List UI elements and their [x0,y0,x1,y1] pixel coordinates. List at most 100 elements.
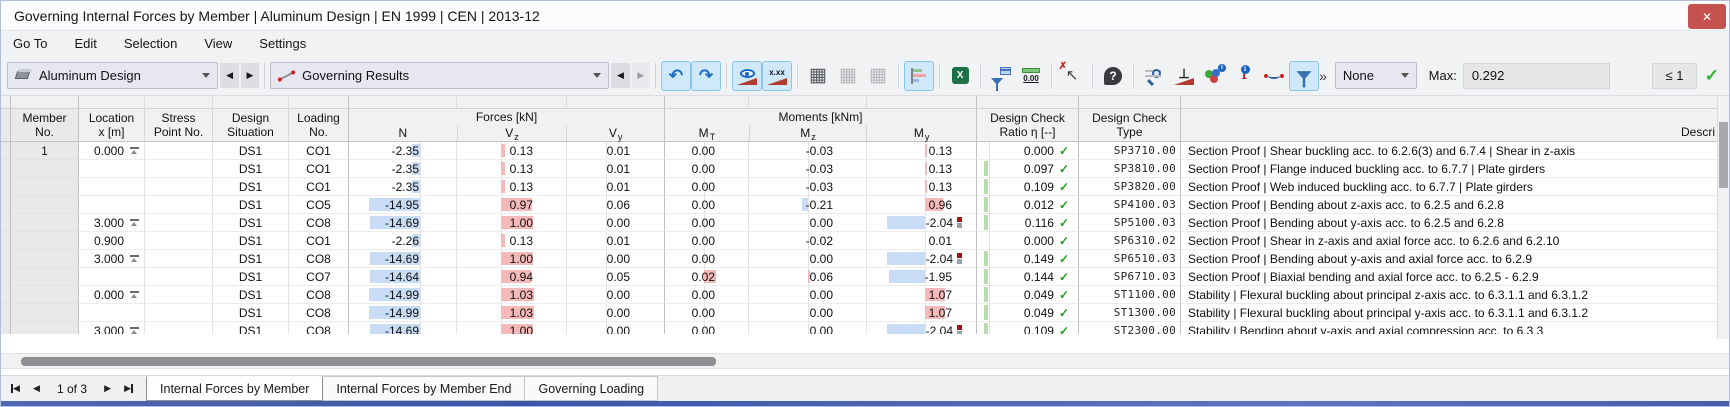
tab-governing-loading[interactable]: Governing Loading [524,376,658,401]
cell-my[interactable]: -1.95 [867,268,977,286]
cell-n[interactable]: -14.95 [349,196,457,214]
cell-stress-point[interactable] [145,196,213,214]
cell-vy[interactable]: 0.01 [567,232,665,250]
cell-loading[interactable]: CO8 [289,304,349,322]
last-table-button[interactable]: ▶ [118,379,139,399]
horizontal-scrollbar-thumb[interactable] [21,357,716,366]
cell-vz[interactable]: 0.97 [457,196,567,214]
cell-description[interactable]: Section Proof | Biaxial bending and axia… [1181,268,1719,286]
result-on-member-button[interactable]: ⊥ [1169,61,1199,91]
deselect-button[interactable]: ✗↖ [1057,61,1087,91]
table-row[interactable]: 3.000DS1CO8-14.691.000.000.000.00-2.040.… [1,214,1719,232]
cell-vz[interactable]: 0.13 [457,142,567,160]
cell-location[interactable]: 0.000 [79,142,145,160]
cell-my[interactable]: -2.04 [867,214,977,232]
next-table-button[interactable]: ▶ [97,379,118,399]
cell-check-type[interactable]: ST2300.00 [1079,322,1181,334]
cell-mz[interactable]: -0.02 [749,232,867,250]
cell-member[interactable] [11,286,79,304]
cell-mt[interactable]: 0.00 [665,232,749,250]
cell-vy[interactable]: 0.00 [567,304,665,322]
cell-loading[interactable]: CO8 [289,322,349,334]
cell-mz[interactable]: -0.03 [749,178,867,196]
cell-design-ratio[interactable]: 0.049✓ [977,304,1079,322]
cell-mz[interactable]: 0.00 [749,250,867,268]
cell-check-type[interactable]: SP5100.03 [1079,214,1181,232]
cell-vz[interactable]: 0.94 [457,268,567,286]
cell-design-ratio[interactable]: 0.000✓ [977,142,1079,160]
menu-view[interactable]: View [204,36,232,51]
cell-member[interactable] [11,322,79,334]
cell-loading[interactable]: CO5 [289,196,349,214]
menu-go-to[interactable]: Go To [13,36,47,51]
vertical-scrollbar[interactable] [1717,96,1729,339]
cell-design-ratio[interactable]: 0.149✓ [977,250,1079,268]
cell-mz[interactable]: 0.00 [749,322,867,334]
cell-check-type[interactable]: SP6510.03 [1079,250,1181,268]
cell-mz[interactable]: 0.06 [749,268,867,286]
filter-results-button[interactable] [1289,61,1319,91]
cell-description[interactable]: Section Proof | Shear in z-axis and axia… [1181,232,1719,250]
cell-design-ratio[interactable]: 0.109✓ [977,322,1079,334]
cell-n[interactable]: -14.99 [349,304,457,322]
cell-description[interactable]: Section Proof | Bending about y-axis and… [1181,250,1719,268]
cell-vz[interactable]: 1.00 [457,250,567,268]
cell-stress-point[interactable] [145,232,213,250]
menu-settings[interactable]: Settings [259,36,306,51]
results-prev-button[interactable]: ◀ [611,63,629,88]
cell-check-type[interactable]: SP3820.00 [1079,178,1181,196]
cell-n[interactable]: -14.69 [349,322,457,334]
cell-design-ratio[interactable]: 0.116✓ [977,214,1079,232]
cell-loading[interactable]: CO1 [289,232,349,250]
max-value-field[interactable]: 0.292 [1463,63,1610,89]
cell-member[interactable] [11,160,79,178]
cell-mt[interactable]: 0.00 [665,214,749,232]
cell-loading[interactable]: CO7 [289,268,349,286]
table-row[interactable]: 0.900DS1CO1-2.260.130.010.00-0.020.010.0… [1,232,1719,250]
cell-design-situation[interactable]: DS1 [213,250,289,268]
cell-check-type[interactable]: ST1100.00 [1079,286,1181,304]
cell-my[interactable]: 0.96 [867,196,977,214]
cell-mt[interactable]: 0.00 [665,142,749,160]
cell-check-type[interactable]: SP6310.02 [1079,232,1181,250]
tab-internal-forces-by-member-end[interactable]: Internal Forces by Member End [322,376,525,401]
previous-table-button[interactable]: ◀ [26,379,47,399]
cell-design-situation[interactable]: DS1 [213,286,289,304]
cell-description[interactable]: Section Proof | Bending about y-axis acc… [1181,214,1719,232]
cell-my[interactable]: -2.04 [867,322,977,334]
cell-loading[interactable]: CO8 [289,214,349,232]
table-row[interactable]: DS1CO5-14.950.970.060.00-0.210.960.012✓S… [1,196,1719,214]
result-colors-button[interactable]: i [1199,61,1229,91]
previous-result-button[interactable]: ↶ [661,61,691,91]
cell-location[interactable]: 3.000 [79,322,145,334]
cell-location[interactable]: 0.900 [79,232,145,250]
cell-design-situation[interactable]: DS1 [213,268,289,286]
cell-loading[interactable]: CO1 [289,142,349,160]
result-table-button[interactable]: ▦ [803,61,833,91]
cell-n[interactable]: -2.35 [349,160,457,178]
cell-my[interactable]: 0.13 [867,178,977,196]
cell-description[interactable]: Stability | Bending about y-axis and axi… [1181,322,1719,334]
cell-vy[interactable]: 0.00 [567,322,665,334]
menu-selection[interactable]: Selection [124,36,177,51]
show-results-button[interactable] [732,61,762,91]
cell-description[interactable]: Section Proof | Shear buckling acc. to 6… [1181,142,1719,160]
cell-vy[interactable]: 0.00 [567,250,665,268]
cell-my[interactable]: -2.04 [867,250,977,268]
cell-member[interactable] [11,214,79,232]
cell-my[interactable]: 1.07 [867,304,977,322]
cell-vy[interactable]: 0.05 [567,268,665,286]
cell-stress-point[interactable] [145,178,213,196]
cell-mt[interactable]: 0.00 [665,178,749,196]
first-table-button[interactable]: ◀ [5,379,26,399]
cell-n[interactable]: -2.35 [349,142,457,160]
cell-mz[interactable]: 0.00 [749,304,867,322]
table-row[interactable]: 3.000DS1CO8-14.691.000.000.000.00-2.040.… [1,322,1719,334]
cell-design-ratio[interactable]: 0.097✓ [977,160,1079,178]
cell-design-ratio[interactable]: 0.144✓ [977,268,1079,286]
cell-check-type[interactable]: SP6710.03 [1079,268,1181,286]
cell-member[interactable] [11,304,79,322]
results-mode-select[interactable]: Governing Results [270,62,609,89]
cell-loading[interactable]: CO8 [289,286,349,304]
cell-loading[interactable]: CO1 [289,178,349,196]
